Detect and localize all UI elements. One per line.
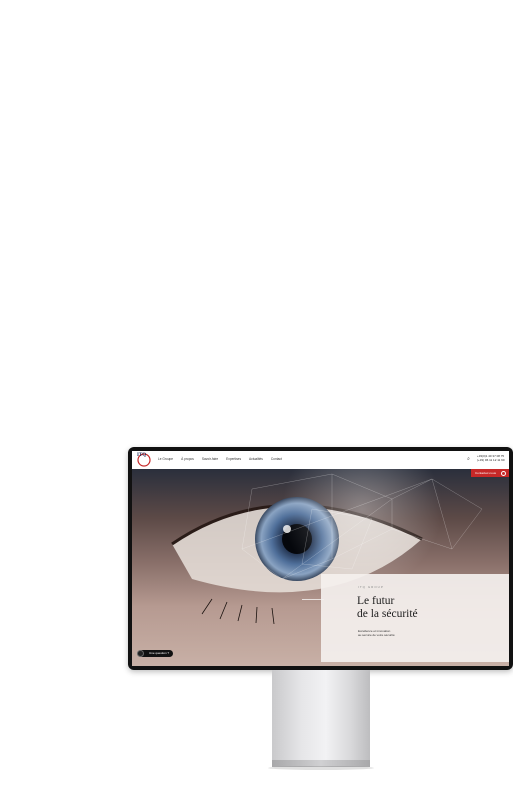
hero-subtitle-line-2: au service de votre sécurité: [358, 633, 395, 637]
logo-text[interactable]: ITQ: [137, 453, 146, 458]
monitor-stand: [272, 670, 370, 762]
search-icon[interactable]: ⌕: [465, 456, 472, 463]
nav-item-savoir-faire[interactable]: Savoir-faire: [202, 457, 218, 461]
nav-item-contact[interactable]: Contact: [271, 457, 282, 461]
contact-cta-button[interactable]: Contactez-nous: [471, 469, 509, 477]
nav-item-le-groupe[interactable]: Le Groupe: [158, 457, 173, 461]
hero-title: Le futur de la sécurité: [357, 595, 497, 620]
nav-item-a-propos[interactable]: À propos: [181, 457, 194, 461]
nav-item-actualites[interactable]: Actualités: [249, 457, 263, 461]
chat-icon: [137, 650, 144, 657]
contact-cta-label: Contactez-nous: [475, 471, 497, 475]
stand-shadow: [268, 766, 374, 770]
hero-title-line-1: Le futur: [357, 595, 395, 607]
chat-label: Une question ?: [149, 651, 170, 655]
phone-numbers[interactable]: +33(0)1 40 37 08 75 (+33) 06 11 12 11 90: [477, 454, 505, 462]
main-nav: Le Groupe À propos Savoir-faire Expertis…: [158, 457, 282, 461]
hero-title-line-2: de la sécurité: [357, 607, 418, 620]
hero-text-card: ITQ GROUP Le futur de la sécurité Excell…: [321, 574, 509, 662]
arrow-right-icon: [501, 470, 506, 476]
hero-eyebrow: ITQ GROUP: [358, 585, 384, 589]
website-screen: ITQ Le Groupe À propos Savoir-faire Expe…: [132, 451, 509, 666]
phone-line-2: (+33) 06 11 12 11 90: [477, 458, 505, 462]
site-header: ITQ Le Groupe À propos Savoir-faire Expe…: [132, 451, 509, 470]
hero-section: Contactez-nous ITQ GROUP Le futur de la …: [132, 469, 509, 666]
nav-item-expertises[interactable]: Expertises: [226, 457, 241, 461]
monitor-bezel: ITQ Le Groupe À propos Savoir-faire Expe…: [128, 447, 513, 670]
chat-button[interactable]: Une question ?: [137, 650, 174, 657]
hero-subtitle: Excellence et innovation au service de v…: [358, 629, 418, 637]
